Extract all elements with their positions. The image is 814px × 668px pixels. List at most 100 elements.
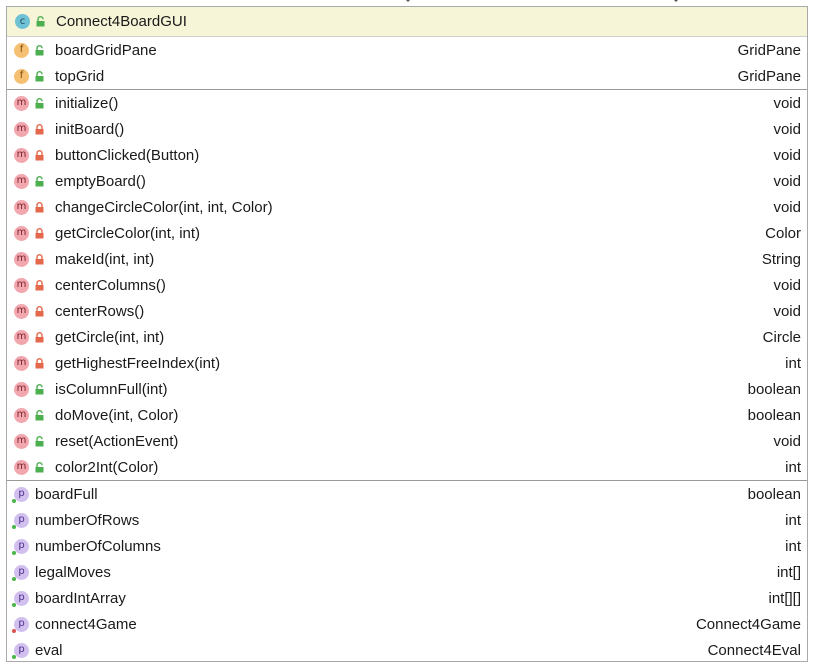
property-row[interactable]: p numberOfColumns int [7,533,807,559]
method-type: void [773,198,801,216]
public-lock-icon [35,409,44,420]
method-row[interactable]: m getHighestFreeIndex(int) int [7,350,807,376]
method-type: void [773,120,801,138]
method-name: buttonClicked(Button) [55,146,200,164]
property-name: numberOfRows [35,511,140,529]
property-type: boolean [747,485,801,503]
property-row[interactable]: p boardIntArray int[][] [7,585,807,611]
class-icon: c [15,14,30,29]
method-type: void [773,302,801,320]
method-type: void [773,146,801,164]
method-row[interactable]: m initialize() void [7,90,807,116]
properties-section: p boardFull boolean p numberOfRows int p number… [7,481,807,663]
property-type: int [785,511,801,529]
method-row[interactable]: m centerRows() void [7,298,807,324]
method-icon: m [14,277,29,293]
property-icon: p [12,486,29,503]
property-name: boardIntArray [35,589,126,607]
arrow-tick-icon [672,0,680,2]
method-type: void [773,172,801,190]
method-icon: m [14,95,29,111]
method-row[interactable]: m doMove(int, Color) boolean [7,402,807,428]
field-name: boardGridPane [55,41,157,59]
public-lock-icon [35,175,44,186]
field-icon: f [14,42,29,58]
field-row[interactable]: f boardGridPane GridPane [7,37,807,63]
method-name: doMove(int, Color) [55,406,179,424]
private-lock-icon [35,227,44,238]
private-lock-icon [35,201,44,212]
method-row[interactable]: m emptyBoard() void [7,168,807,194]
field-type: GridPane [737,67,801,85]
method-row[interactable]: m getCircleColor(int, int) Color [7,220,807,246]
property-row[interactable]: p eval Connect4Eval [7,637,807,663]
class-name: Connect4BoardGUI [56,13,187,30]
method-icon: m [14,303,29,319]
method-row[interactable]: m centerColumns() void [7,272,807,298]
fields-section: f boardGridPane GridPane f topGrid GridPane [7,37,807,89]
method-icon: m [14,407,29,423]
property-row[interactable]: p numberOfRows int [7,507,807,533]
method-icon: m [14,329,29,345]
method-icon: m [14,251,29,267]
private-lock-icon [35,149,44,160]
property-name: numberOfColumns [35,537,161,555]
field-row[interactable]: f topGrid GridPane [7,63,807,89]
private-lock-icon [35,305,44,316]
method-name: initBoard() [55,120,125,138]
method-row[interactable]: m initBoard() void [7,116,807,142]
method-name: reset(ActionEvent) [55,432,179,450]
method-icon: m [14,433,29,449]
method-type: Circle [762,328,801,346]
method-icon: m [14,121,29,137]
method-name: initialize() [55,94,119,112]
method-name: getHighestFreeIndex(int) [55,354,221,372]
method-icon: m [14,199,29,215]
field-type: GridPane [737,41,801,59]
method-type: void [773,432,801,450]
property-row[interactable]: p connect4Game Connect4Game [7,611,807,637]
property-icon: p [12,616,29,633]
property-type: Connect4Eval [707,641,801,659]
property-icon: p [12,590,29,607]
method-name: isColumnFull(int) [55,380,168,398]
method-row[interactable]: m getCircle(int, int) Circle [7,324,807,350]
property-name: connect4Game [35,615,137,633]
method-row[interactable]: m color2Int(Color) int [7,454,807,480]
method-name: getCircleColor(int, int) [55,224,201,242]
property-name: boardFull [35,485,98,503]
property-icon: p [12,538,29,555]
public-lock-icon [35,44,44,55]
property-type: Connect4Game [695,615,801,633]
class-structure-box: c Connect4BoardGUI f boardGridPane GridPan… [6,6,808,662]
public-lock-icon [35,461,44,472]
field-icon: f [14,68,29,84]
method-icon: m [14,381,29,397]
method-type: boolean [747,406,801,424]
method-type: void [773,276,801,294]
public-lock-icon [35,435,44,446]
method-type: boolean [747,380,801,398]
method-icon: m [14,147,29,163]
property-type: int [785,537,801,555]
public-lock-icon [35,383,44,394]
property-row[interactable]: p legalMoves int[] [7,559,807,585]
method-type: String [761,250,801,268]
private-lock-icon [35,253,44,264]
property-type: int[][] [768,589,801,607]
private-lock-icon [35,357,44,368]
property-name: legalMoves [35,563,111,581]
method-row[interactable]: m isColumnFull(int) boolean [7,376,807,402]
public-lock-icon [35,70,44,81]
property-row[interactable]: p boardFull boolean [7,481,807,507]
method-row[interactable]: m changeCircleColor(int, int, Color) void [7,194,807,220]
method-type: void [773,94,801,112]
method-row[interactable]: m reset(ActionEvent) void [7,428,807,454]
method-row[interactable]: m buttonClicked(Button) void [7,142,807,168]
field-name: topGrid [55,67,105,85]
class-header[interactable]: c Connect4BoardGUI [7,7,807,37]
method-icon: m [14,173,29,189]
method-name: color2Int(Color) [55,458,159,476]
method-name: makeId(int, int) [55,250,155,268]
method-row[interactable]: m makeId(int, int) String [7,246,807,272]
